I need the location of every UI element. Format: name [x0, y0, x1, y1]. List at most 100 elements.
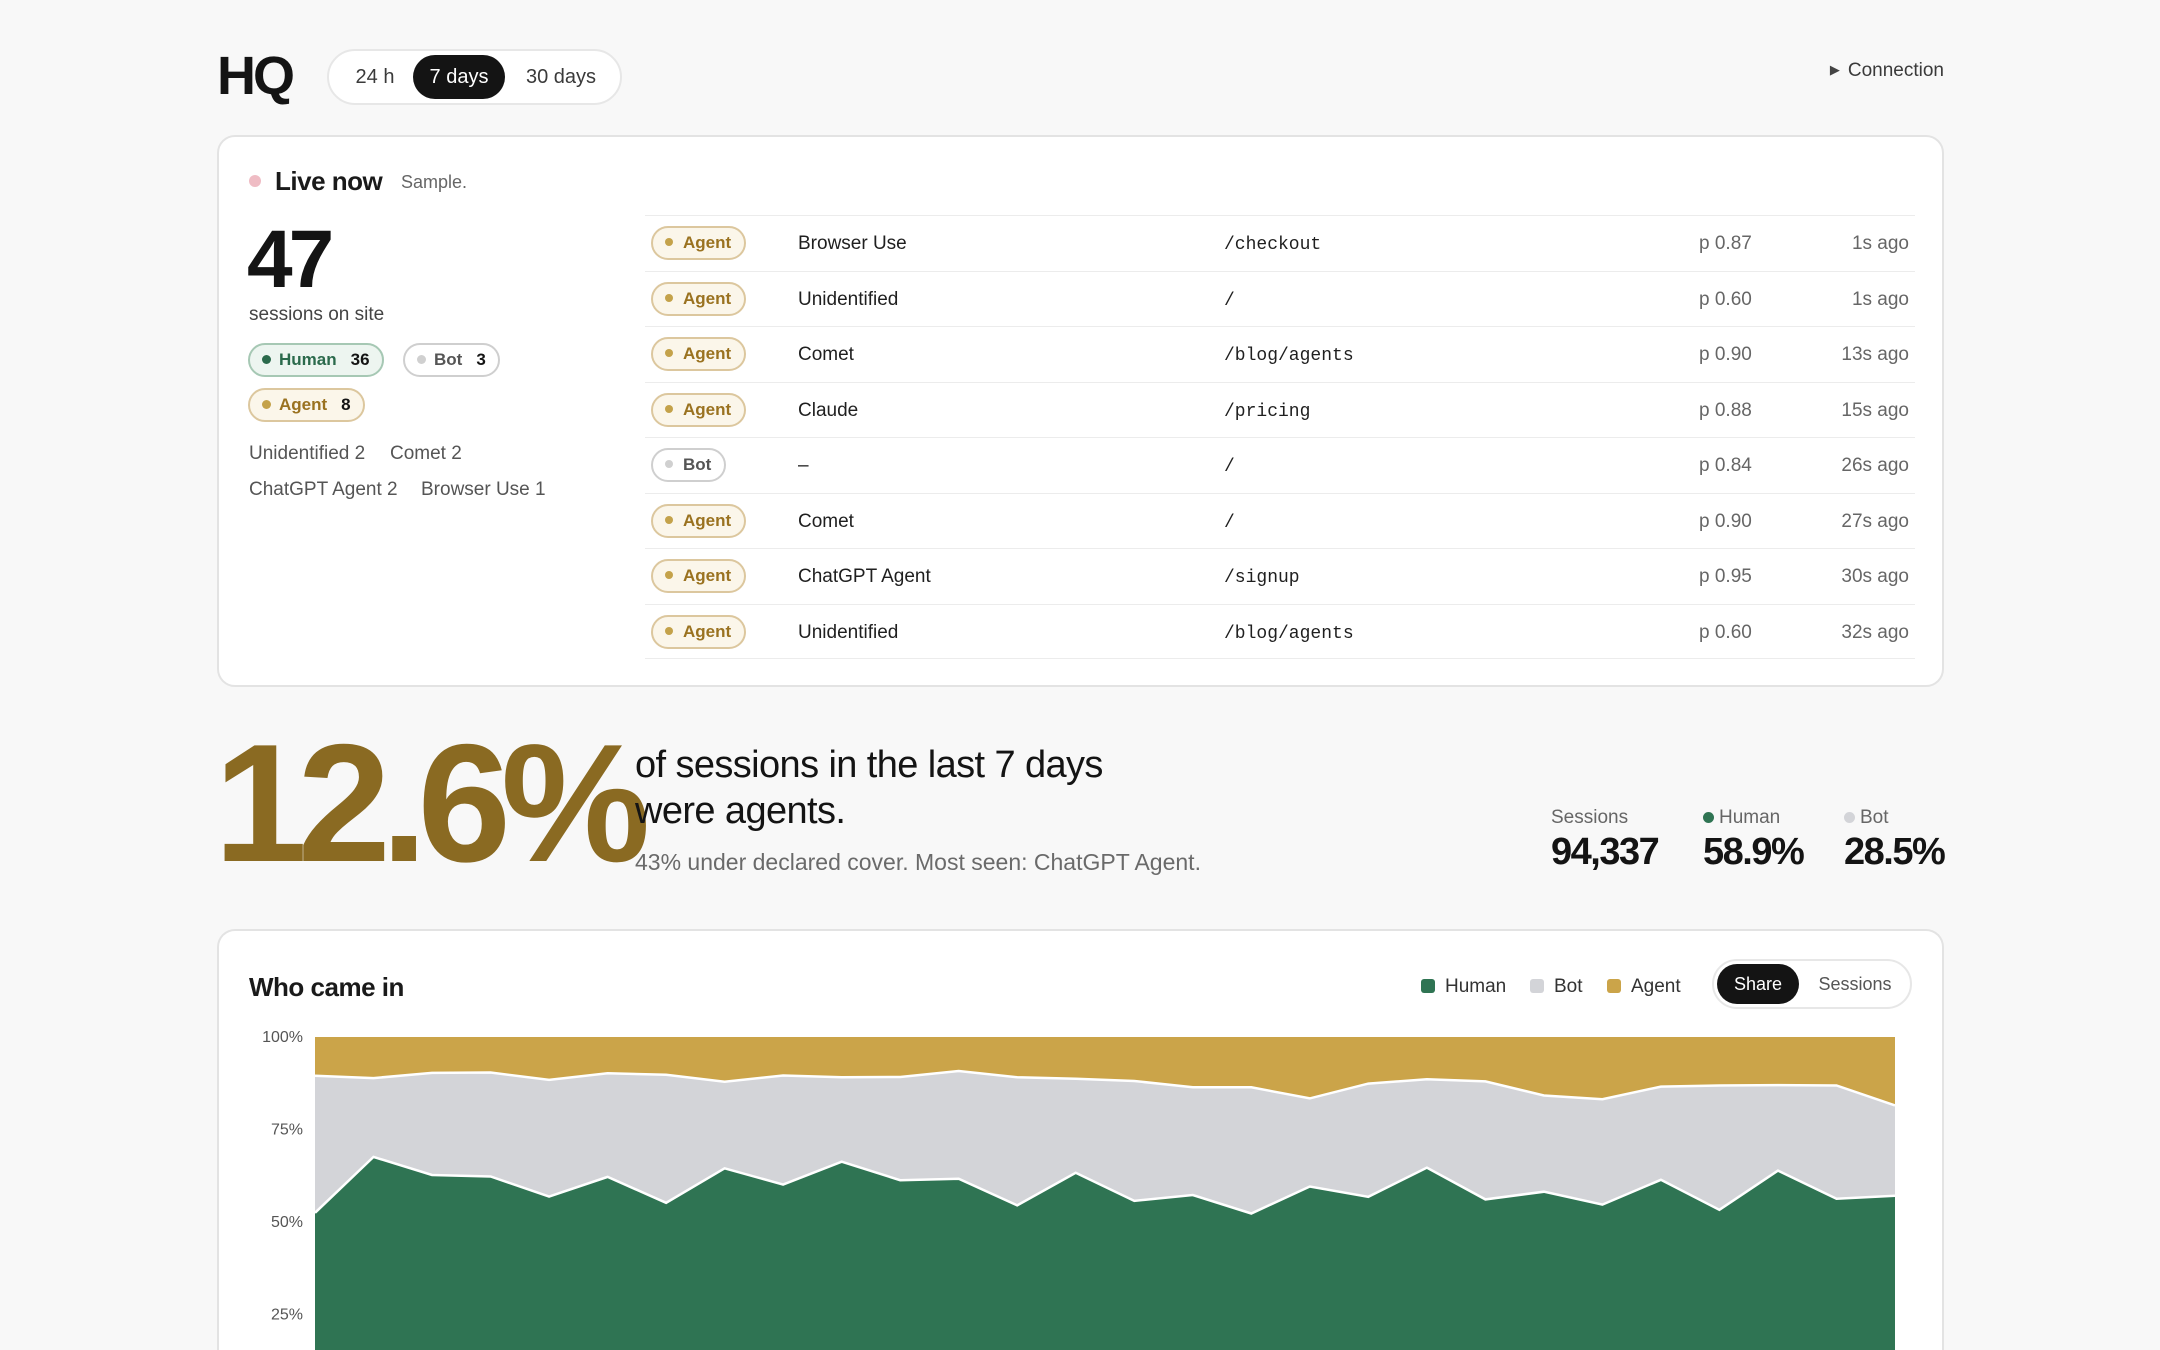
page-path: /: [1224, 512, 1235, 533]
agent-name: Claude: [798, 399, 859, 421]
stat-value: 28.5%: [1844, 831, 1946, 873]
live-session-row[interactable]: Agent Unidentified / p 0.60 1s ago: [645, 270, 1915, 327]
agent-name: Browser Use: [798, 233, 907, 254]
time-ago: 1s ago: [1851, 233, 1909, 254]
page-path: /checkout: [1224, 235, 1322, 255]
agent-dot-icon: [665, 349, 673, 357]
type-tag-label: Agent: [683, 344, 732, 363]
agent-name: –: [798, 455, 809, 476]
time-ago: 1s ago: [1851, 288, 1909, 310]
bot-dot-icon: [1844, 812, 1855, 823]
human-pill-label: Human: [279, 350, 337, 369]
y-tick-label: 50%: [271, 1214, 303, 1231]
probability: p 0.87: [1699, 233, 1752, 254]
page-path: /blog/agents: [1224, 623, 1354, 644]
type-tag-label: Agent: [683, 621, 732, 641]
logo: HQ: [217, 46, 295, 106]
time-ago: 26s ago: [1841, 455, 1909, 476]
stacked-area-chart: 100% 75% 50% 25%: [262, 1029, 1896, 1350]
page-path: /signup: [1224, 568, 1300, 588]
time-ago: 30s ago: [1841, 566, 1909, 587]
agent-name: Comet: [798, 510, 854, 532]
bot-pill[interactable]: Bot 3: [403, 343, 500, 377]
headline-subtext: 43% under declared cover. Most seen: Cha…: [635, 849, 1201, 875]
page-path: /: [1224, 290, 1235, 311]
agent-dot-icon: [665, 515, 673, 524]
probability: p 0.95: [1699, 566, 1752, 587]
stat-label-text: Bot: [1860, 807, 1889, 828]
type-tag: Agent: [651, 503, 747, 538]
header: HQ 24 h 7 days 30 days ▶ Connection: [217, 48, 1944, 108]
agent-name: ChatGPT Agent: [798, 566, 931, 587]
agent-pill[interactable]: Agent 8: [248, 388, 365, 422]
type-tag: Agent: [651, 337, 747, 371]
stat-label: Bot: [1844, 806, 1944, 830]
live-sessions-table: Agent Browser Use/checkout p 0.87 1s ago Age…: [645, 215, 1915, 659]
chart-card: Who came in Human Bot Agent Share Sessio…: [217, 929, 1944, 1350]
y-tick-label: 75%: [271, 1122, 303, 1139]
stat-bot: Bot 28.5%: [1844, 806, 1946, 874]
live-session-row[interactable]: Agent ChatGPT Agent/signup p 0.95 30s ago: [645, 548, 1915, 604]
type-tag-label: Agent: [683, 566, 732, 585]
stat-human: Human 58.9%: [1703, 806, 1805, 874]
page-path: /blog/agents: [1224, 346, 1354, 366]
human-pill[interactable]: Human 36: [248, 343, 384, 377]
range-24h-button[interactable]: 24 h: [339, 55, 411, 99]
breakdown-item: Browser Use 1: [421, 479, 546, 500]
range-selector: 24 h 7 days 30 days: [327, 49, 622, 105]
type-tag: Agent: [651, 614, 747, 649]
probability: p 0.90: [1699, 510, 1752, 532]
live-indicator-dot: [249, 175, 261, 187]
stat-label-text: Human: [1719, 807, 1781, 828]
live-session-row[interactable]: Bot – / p 0.84 26s ago: [645, 437, 1915, 493]
probability: p 0.88: [1699, 399, 1752, 421]
breakdown-item: Unidentified 2: [249, 443, 366, 464]
live-session-row[interactable]: Agent Comet / p 0.90 27s ago: [645, 492, 1915, 549]
bot-pill-label: Bot: [434, 350, 463, 369]
agent-dot-icon: [665, 293, 673, 302]
type-tag: Bot: [651, 448, 727, 482]
probability: p 0.90: [1699, 344, 1752, 365]
live-session-row[interactable]: Agent Unidentified/blog/agents p 0.60 32s a…: [645, 603, 1915, 659]
caret-right-icon: ▶: [1829, 62, 1840, 77]
headline-text: of sessions in the last 7 days were agen…: [635, 742, 1195, 834]
connection-label: Connection: [1847, 60, 1944, 81]
probability: p 0.60: [1699, 288, 1752, 310]
type-tag: Agent: [651, 392, 747, 427]
agent-share-value: 12.6%: [214, 709, 650, 897]
type-tag-label: Agent: [683, 288, 732, 308]
type-tag-label: Agent: [683, 510, 732, 530]
live-session-row[interactable]: Agent Browser Use/checkout p 0.87 1s ago: [645, 215, 1915, 271]
range-7d-button[interactable]: 7 days: [413, 55, 505, 99]
time-ago: 13s ago: [1841, 344, 1909, 365]
live-title: Live now: [275, 166, 383, 196]
type-tag: Agent: [651, 281, 747, 316]
type-tag-label: Bot: [683, 455, 712, 474]
type-tag: Agent: [651, 559, 747, 593]
type-tag-label: Agent: [683, 233, 732, 252]
range-30d-button[interactable]: 30 days: [509, 55, 613, 99]
connection-toggle[interactable]: ▶ Connection: [1830, 58, 1944, 83]
breakdown-item: ChatGPT Agent 2: [249, 479, 398, 500]
breakdown-item: Comet 2: [390, 443, 462, 464]
agent-dot-icon: [262, 400, 271, 409]
agent-pill-count: 8: [341, 395, 351, 414]
agent-name: Unidentified: [798, 621, 899, 643]
probability: p 0.60: [1699, 621, 1752, 643]
stat-sessions: Sessions 94,337: [1551, 806, 1660, 874]
live-session-row[interactable]: Agent Claude/pricing p 0.88 15s ago: [645, 381, 1915, 438]
human-dot-icon: [1703, 812, 1714, 823]
agent-name: Comet: [798, 344, 854, 365]
headline-line: of sessions in the last 7 days: [635, 744, 1103, 786]
time-ago: 27s ago: [1841, 510, 1909, 532]
y-tick-label: 25%: [271, 1307, 303, 1324]
live-session-row[interactable]: Agent Comet/blog/agents p 0.90 13s ago: [645, 326, 1915, 382]
headline-line: were agents.: [635, 790, 846, 832]
y-tick-label: 100%: [262, 1029, 303, 1046]
bot-dot-icon: [665, 460, 673, 468]
agent-dot-icon: [665, 404, 673, 413]
bot-dot-icon: [417, 355, 426, 364]
agent-dot-icon: [665, 626, 673, 635]
time-ago: 15s ago: [1841, 399, 1909, 421]
human-dot-icon: [262, 355, 271, 364]
